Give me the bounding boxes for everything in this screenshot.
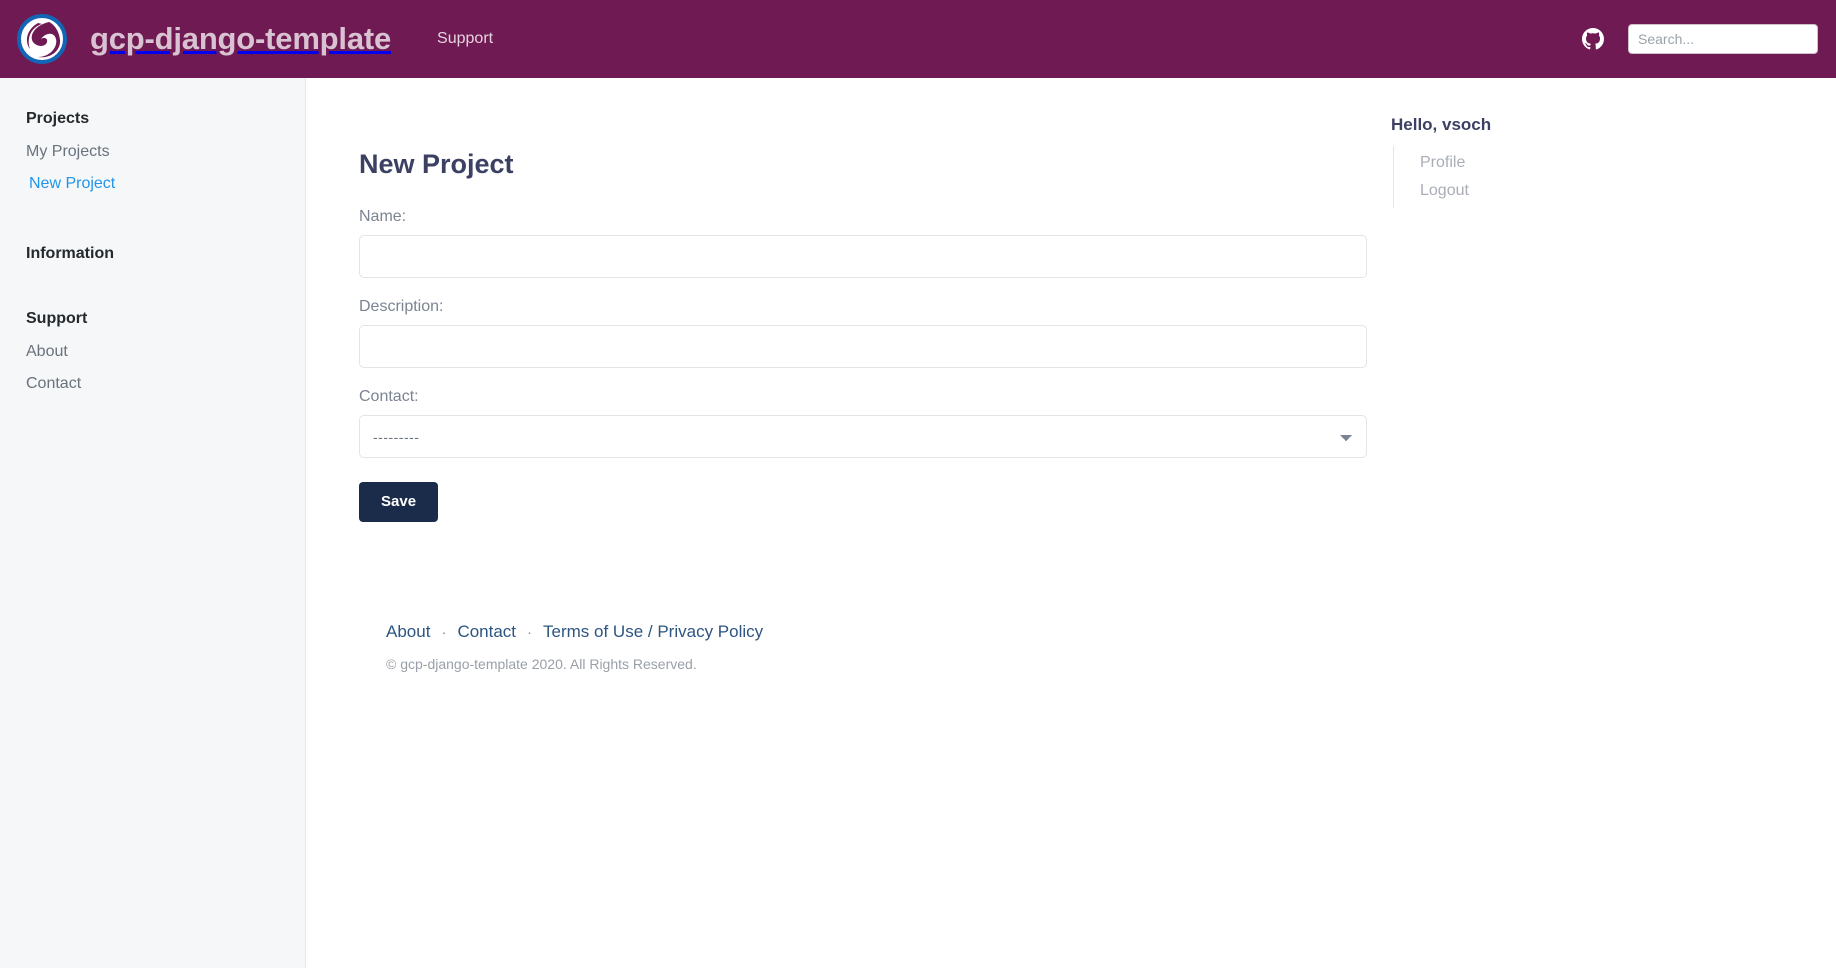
sidebar-item-contact[interactable]: Contact xyxy=(0,368,305,400)
sidebar-item-my-projects[interactable]: My Projects xyxy=(0,136,305,168)
name-input[interactable] xyxy=(359,235,1367,278)
nav-link-support[interactable]: Support xyxy=(431,26,499,52)
footer-link-about[interactable]: About xyxy=(386,622,430,642)
field-group-contact: Contact: --------- xyxy=(353,388,1377,458)
footer-link-contact[interactable]: Contact xyxy=(457,622,516,642)
user-greeting: Hello, vsoch xyxy=(1391,115,1492,134)
footer-links: About · Contact · Terms of Use / Privacy… xyxy=(386,622,1377,642)
label-description: Description: xyxy=(359,298,444,315)
brand-home-link[interactable]: gcp-django-template xyxy=(16,13,391,65)
sidebar-item-new-project[interactable]: New Project xyxy=(0,168,305,200)
page-footer: About · Contact · Terms of Use / Privacy… xyxy=(386,622,1377,672)
new-project-form: Name: Description: Contact: --------- Sa… xyxy=(353,208,1377,522)
sidebar-item-about[interactable]: About xyxy=(0,336,305,368)
right-sidebar: Hello, vsoch Profile Logout xyxy=(1377,78,1836,968)
label-contact: Contact: xyxy=(359,388,419,405)
contact-select[interactable]: --------- xyxy=(359,415,1367,458)
user-menu: Profile Logout xyxy=(1393,146,1836,208)
footer-link-terms-privacy[interactable]: Terms of Use / Privacy Policy xyxy=(543,622,763,642)
label-name: Name: xyxy=(359,208,407,225)
left-sidebar: Projects My Projects New Project Informa… xyxy=(0,78,306,968)
field-group-name: Name: xyxy=(353,208,1377,278)
brand-title: gcp-django-template xyxy=(90,21,392,56)
navbar-right-group xyxy=(1582,24,1818,54)
sidebar-heading-projects: Projects xyxy=(26,110,90,127)
field-group-description: Description: xyxy=(353,298,1377,368)
search-input[interactable] xyxy=(1628,24,1818,54)
primary-nav: Support xyxy=(431,26,499,52)
description-input[interactable] xyxy=(359,325,1367,368)
footer-separator: · xyxy=(441,624,447,641)
footer-copyright: © gcp-django-template 2020. All Rights R… xyxy=(386,656,697,672)
github-icon[interactable] xyxy=(1582,28,1604,50)
top-navbar: gcp-django-template Support xyxy=(0,0,1836,78)
page-title: New Project xyxy=(359,149,514,179)
user-menu-item-profile[interactable]: Profile xyxy=(1394,149,1836,177)
footer-separator: · xyxy=(527,624,533,641)
save-button[interactable]: Save xyxy=(359,482,439,522)
sidebar-heading-support: Support xyxy=(26,310,88,327)
user-menu-item-logout[interactable]: Logout xyxy=(1394,177,1836,205)
swirl-circle-logo-icon xyxy=(16,13,68,65)
main-content: New Project Name: Description: Contact: … xyxy=(307,78,1377,968)
sidebar-heading-information: Information xyxy=(26,245,114,262)
